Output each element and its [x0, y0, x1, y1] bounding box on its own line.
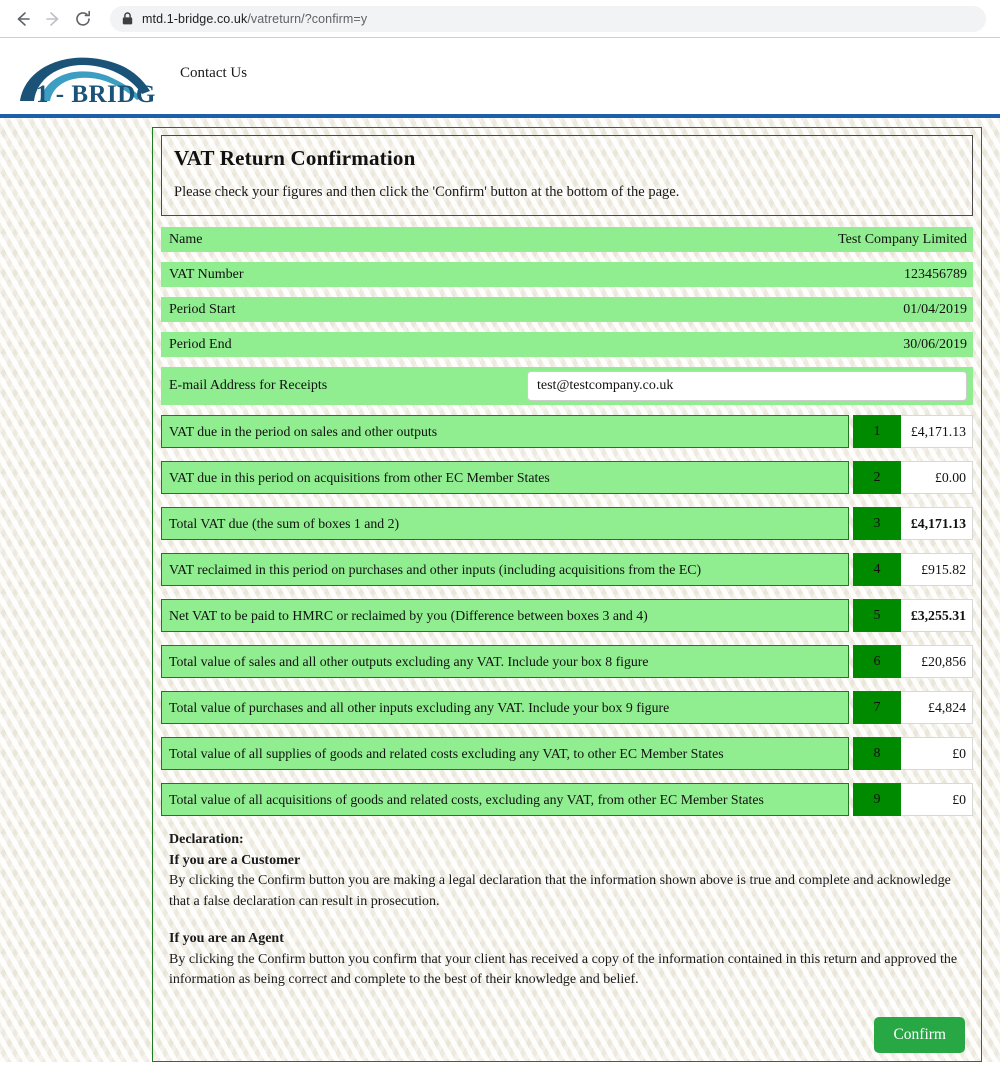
info-row: Period End 30/06/2019	[161, 332, 973, 357]
site-logo[interactable]: 1 - BRIDGE	[16, 45, 156, 107]
vat-box-number: 1	[853, 415, 901, 448]
vat-box-label: Total VAT due (the sum of boxes 1 and 2)	[161, 507, 849, 540]
arrow-right-icon	[43, 9, 63, 29]
back-button[interactable]	[8, 4, 38, 34]
info-row-value: Test Company Limited	[838, 231, 967, 247]
vat-box-value: £0	[901, 783, 973, 816]
declaration-spacer	[169, 913, 967, 929]
declaration-section: Declaration: If you are a Customer By cl…	[161, 830, 973, 991]
url-text: mtd.1-bridge.co.uk/vatreturn/?confirm=y	[142, 12, 367, 26]
declaration-agent-heading: If you are an Agent	[169, 930, 284, 946]
info-row: Name Test Company Limited	[161, 227, 973, 252]
vat-box-label: Total value of purchases and all other i…	[161, 691, 849, 724]
vat-box-value: £915.82	[901, 553, 973, 586]
vat-box-number: 3	[853, 507, 901, 540]
page-body: VAT Return Confirmation Please check you…	[0, 118, 1000, 1063]
vat-box-number: 9	[853, 783, 901, 816]
vat-box-row: VAT due in the period on sales and other…	[161, 415, 973, 448]
vat-box-row: VAT due in this period on acquisitions f…	[161, 461, 973, 494]
vat-box-value: £4,824	[901, 691, 973, 724]
nav-link-contact-us[interactable]: Contact Us	[180, 65, 247, 82]
url-path: /vatreturn/?confirm=y	[247, 11, 368, 26]
vat-box-number: 5	[853, 599, 901, 632]
vat-box-row: Net VAT to be paid to HMRC or reclaimed …	[161, 599, 973, 632]
vat-box-rows: VAT due in the period on sales and other…	[161, 415, 973, 816]
vat-box-number: 4	[853, 553, 901, 586]
title-panel: VAT Return Confirmation Please check you…	[161, 135, 973, 216]
vat-box-row: VAT reclaimed in this period on purchase…	[161, 553, 973, 586]
vat-box-number: 8	[853, 737, 901, 770]
bridge-logo-icon: 1 - BRIDGE	[20, 57, 156, 107]
vat-return-form: VAT Return Confirmation Please check you…	[152, 127, 982, 1063]
info-row-label: Period Start	[169, 301, 236, 317]
vat-box-label: VAT reclaimed in this period on purchase…	[161, 553, 849, 586]
vat-box-value: £4,171.13	[901, 507, 973, 540]
forward-button[interactable]	[38, 4, 68, 34]
vat-box-value: £4,171.13	[901, 415, 973, 448]
info-row: VAT Number 123456789	[161, 262, 973, 287]
email-label: E-mail Address for Receipts	[169, 378, 328, 393]
info-row: Period Start 01/04/2019	[161, 297, 973, 322]
vat-box-number: 2	[853, 461, 901, 494]
address-bar[interactable]: mtd.1-bridge.co.uk/vatreturn/?confirm=y	[110, 5, 986, 32]
vat-box-value: £0.00	[901, 461, 973, 494]
email-input[interactable]	[527, 371, 967, 401]
vat-box-label: Total value of sales and all other outpu…	[161, 645, 849, 678]
main-nav: Contact Us	[180, 65, 247, 88]
url-host: mtd.1-bridge.co.uk	[142, 11, 248, 26]
vat-box-row: Total value of purchases and all other i…	[161, 691, 973, 724]
info-row-label: Name	[169, 231, 203, 247]
lock-icon	[122, 12, 133, 25]
info-row-value: 01/04/2019	[903, 301, 967, 317]
page-title: VAT Return Confirmation	[174, 146, 416, 170]
page-subtext: Please check your figures and then click…	[174, 184, 680, 200]
info-row-value: 123456789	[904, 266, 967, 282]
reload-icon	[73, 9, 93, 29]
confirm-button[interactable]: Confirm	[874, 1017, 965, 1054]
vat-box-number: 6	[853, 645, 901, 678]
arrow-left-icon	[13, 9, 33, 29]
vat-box-label: VAT due in the period on sales and other…	[161, 415, 849, 448]
vat-box-number: 7	[853, 691, 901, 724]
reload-button[interactable]	[68, 4, 98, 34]
info-row-label: Period End	[169, 336, 232, 352]
info-rows: Name Test Company Limited VAT Number 123456…	[161, 227, 973, 357]
info-row-label: VAT Number	[169, 266, 244, 282]
declaration-agent-text: By clicking the Confirm button you confi…	[169, 951, 958, 988]
site-header: 1 - BRIDGE Contact Us	[0, 38, 1000, 118]
vat-box-row: Total value of sales and all other outpu…	[161, 645, 973, 678]
declaration-customer-heading: If you are a Customer	[169, 852, 301, 868]
confirm-button-row: Confirm	[161, 1017, 973, 1054]
declaration-customer-text: By clicking the Confirm button you are m…	[169, 873, 951, 910]
vat-box-label: VAT due in this period on acquisitions f…	[161, 461, 849, 494]
info-row-value: 30/06/2019	[903, 336, 967, 352]
vat-box-label: Total value of all supplies of goods and…	[161, 737, 849, 770]
vat-box-value: £20,856	[901, 645, 973, 678]
vat-box-row: Total value of all acquisitions of goods…	[161, 783, 973, 816]
vat-box-row: Total VAT due (the sum of boxes 1 and 2)…	[161, 507, 973, 540]
svg-text:1 - BRIDGE: 1 - BRIDGE	[36, 81, 156, 107]
browser-chrome: mtd.1-bridge.co.uk/vatreturn/?confirm=y	[0, 0, 1000, 38]
vat-box-label: Net VAT to be paid to HMRC or reclaimed …	[161, 599, 849, 632]
vat-box-value: £3,255.31	[901, 599, 973, 632]
email-row: E-mail Address for Receipts	[161, 367, 973, 405]
vat-box-row: Total value of all supplies of goods and…	[161, 737, 973, 770]
declaration-heading: Declaration:	[169, 832, 244, 847]
vat-box-label: Total value of all acquisitions of goods…	[161, 783, 849, 816]
vat-box-value: £0	[901, 737, 973, 770]
